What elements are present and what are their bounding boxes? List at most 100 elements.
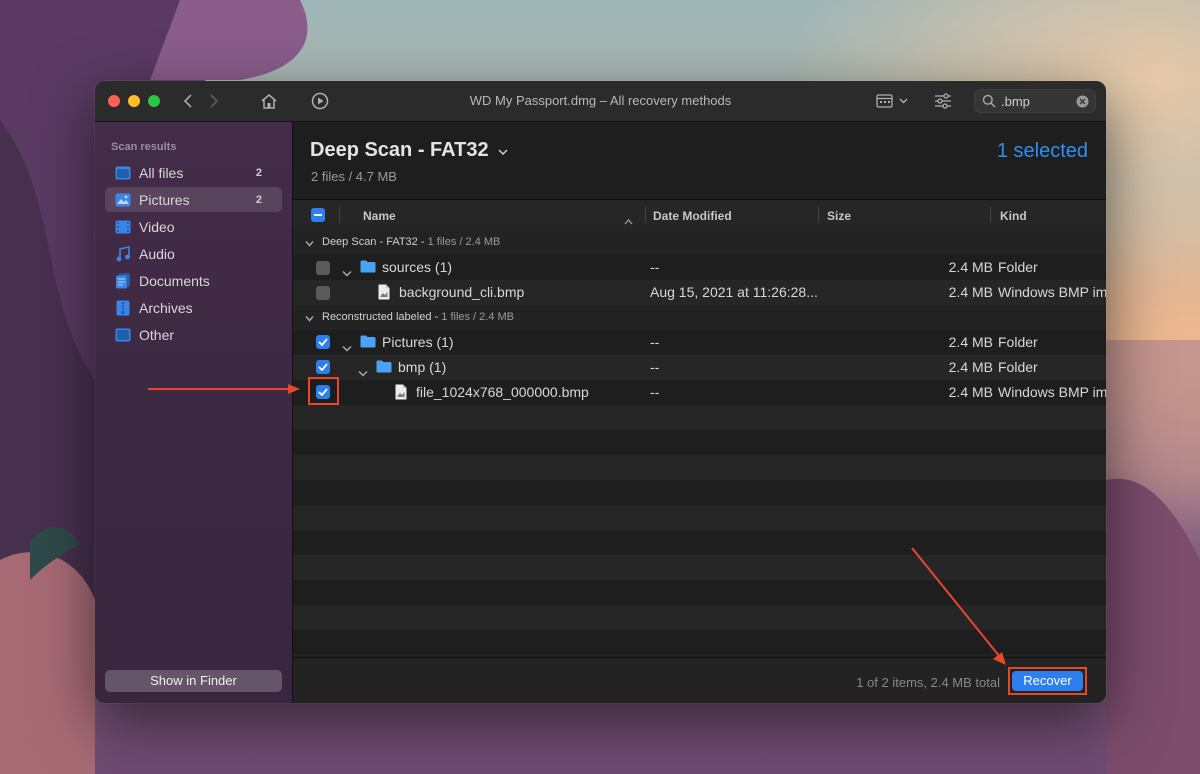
row-name: sources (1) — [382, 259, 453, 275]
row-kind: Folder — [998, 359, 1038, 375]
folder-icon — [360, 335, 376, 351]
footer-bar: 1 of 2 items, 2.4 MB total Recover — [293, 657, 1106, 703]
folder-icon — [376, 360, 392, 376]
search-field[interactable] — [974, 89, 1096, 113]
app-window: WD My Passport.dmg – All recovery method… — [95, 81, 1106, 703]
sidebar-item-label: Audio — [139, 245, 175, 262]
view-options-calendar-icon[interactable] — [875, 91, 911, 111]
filter-sliders-icon[interactable] — [933, 91, 953, 111]
sidebar-item-label: All files — [139, 164, 184, 181]
row-checkbox[interactable] — [316, 286, 330, 300]
sidebar-item-label: Other — [139, 326, 175, 343]
sidebar-item-audio[interactable]: Audio — [105, 241, 282, 266]
row-size: 2.4 MB — [948, 334, 993, 350]
sidebar: Scan results All files 2 Pictures 2 Vide… — [95, 122, 293, 703]
empty-row — [293, 655, 1106, 656]
sidebar-item-label: Documents — [139, 272, 210, 289]
column-divider — [990, 207, 991, 223]
footer-status: 1 of 2 items, 2.4 MB total — [856, 675, 1000, 690]
sidebar-item-pictures[interactable]: Pictures 2 — [105, 187, 282, 212]
recover-button[interactable]: Recover — [1012, 671, 1083, 691]
show-in-finder-button[interactable]: Show in Finder — [105, 670, 282, 692]
bmp-file-icon — [395, 384, 407, 403]
scan-title-dropdown[interactable]: Deep Scan - FAT32 — [310, 139, 508, 162]
sidebar-item-video[interactable]: Video — [105, 214, 282, 239]
row-size: 2.4 MB — [948, 359, 993, 375]
sidebar-item-archives[interactable]: Archives — [105, 295, 282, 320]
group-summary: 1 files / 2.4 MB — [441, 311, 515, 323]
column-kind-header[interactable]: Kind — [1000, 209, 1027, 223]
checkbox-highlight-annotation — [308, 377, 339, 405]
row-name: bmp (1) — [398, 359, 447, 375]
row-date: Aug 15, 2021 at 11:26:28... — [650, 284, 818, 300]
group-disclosure-chevron-icon[interactable] — [305, 313, 314, 325]
empty-row — [293, 555, 1106, 580]
row-kind: Windows BMP im — [998, 284, 1106, 300]
sort-ascending-icon[interactable] — [624, 212, 633, 230]
group-header[interactable]: Deep Scan - FAT32 - 1 files / 2.4 MB — [293, 230, 1106, 255]
row-checkbox[interactable] — [316, 360, 330, 374]
row-disclosure-chevron-icon[interactable] — [342, 339, 352, 355]
pictures-icon — [115, 192, 131, 208]
table-row[interactable]: background_cli.bmp Aug 15, 2021 at 11:26… — [293, 280, 1106, 305]
table-row[interactable]: file_1024x768_000000.bmp -- 2.4 MB Windo… — [293, 377, 1106, 405]
group-summary: 1 files / 2.4 MB — [427, 236, 501, 248]
empty-row — [293, 455, 1106, 480]
search-icon — [982, 94, 996, 113]
group-disclosure-chevron-icon[interactable] — [305, 238, 314, 250]
sidebar-item-documents[interactable]: Documents — [105, 268, 282, 293]
row-date: -- — [650, 259, 660, 275]
group-header[interactable]: Reconstructed labeled - 1 files / 2.4 MB — [293, 305, 1106, 330]
empty-row — [293, 505, 1106, 530]
row-name: file_1024x768_000000.bmp — [416, 384, 589, 400]
column-header: Name Date Modified Size Kind — [293, 199, 1106, 231]
table-row[interactable]: bmp (1) -- 2.4 MB Folder — [293, 355, 1106, 380]
sidebar-heading: Scan results — [111, 141, 177, 153]
row-date: -- — [650, 334, 660, 350]
file-list: Deep Scan - FAT32 - 1 files / 2.4 MB sou… — [293, 230, 1106, 656]
sidebar-item-other[interactable]: Other — [105, 322, 282, 347]
row-size: 2.4 MB — [948, 384, 993, 400]
scan-title: Deep Scan - FAT32 — [310, 139, 489, 161]
row-kind: Folder — [998, 259, 1038, 275]
column-name-header[interactable]: Name — [363, 209, 396, 223]
row-kind: Windows BMP im — [998, 384, 1106, 400]
row-date: -- — [650, 359, 660, 375]
group-title: Reconstructed labeled — [322, 311, 432, 323]
row-name: background_cli.bmp — [399, 284, 525, 300]
search-input[interactable] — [1001, 93, 1071, 109]
table-row[interactable]: sources (1) -- 2.4 MB Folder — [293, 255, 1106, 280]
archives-icon — [115, 300, 131, 316]
sidebar-item-all-files[interactable]: All files 2 — [105, 160, 282, 185]
group-title: Deep Scan - FAT32 — [322, 236, 418, 248]
row-disclosure-chevron-icon[interactable] — [358, 364, 368, 380]
selected-count: 1 selected — [996, 140, 1088, 162]
audio-icon — [115, 245, 131, 262]
sidebar-item-count: 2 — [255, 166, 262, 179]
row-checkbox[interactable] — [316, 261, 330, 275]
group-separator: - — [420, 236, 428, 248]
row-size: 2.4 MB — [948, 284, 993, 300]
window-title: WD My Passport.dmg – All recovery method… — [469, 93, 732, 108]
folder-icon — [360, 260, 376, 276]
empty-row — [293, 605, 1106, 630]
column-date-header[interactable]: Date Modified — [653, 209, 732, 223]
main-panel: Deep Scan - FAT32 2 files / 4.7 MB 1 sel… — [293, 122, 1106, 703]
table-row[interactable]: Pictures (1) -- 2.4 MB Folder — [293, 330, 1106, 355]
title-bar: WD My Passport.dmg – All recovery method… — [95, 81, 1106, 122]
scan-summary: 2 files / 4.7 MB — [311, 169, 397, 184]
video-icon — [115, 219, 131, 235]
sidebar-item-label: Archives — [139, 299, 193, 316]
select-all-checkbox[interactable] — [311, 208, 325, 222]
column-divider — [339, 207, 340, 223]
column-divider — [818, 207, 819, 223]
documents-icon — [115, 273, 131, 289]
row-name: Pictures (1) — [382, 334, 454, 350]
clear-search-icon[interactable] — [1076, 95, 1089, 113]
chevron-down-icon — [498, 139, 508, 162]
sidebar-item-count: 2 — [255, 193, 262, 206]
column-size-header[interactable]: Size — [827, 209, 851, 223]
row-disclosure-chevron-icon[interactable] — [342, 264, 352, 280]
all-files-icon — [115, 165, 131, 181]
row-checkbox[interactable] — [316, 335, 330, 349]
